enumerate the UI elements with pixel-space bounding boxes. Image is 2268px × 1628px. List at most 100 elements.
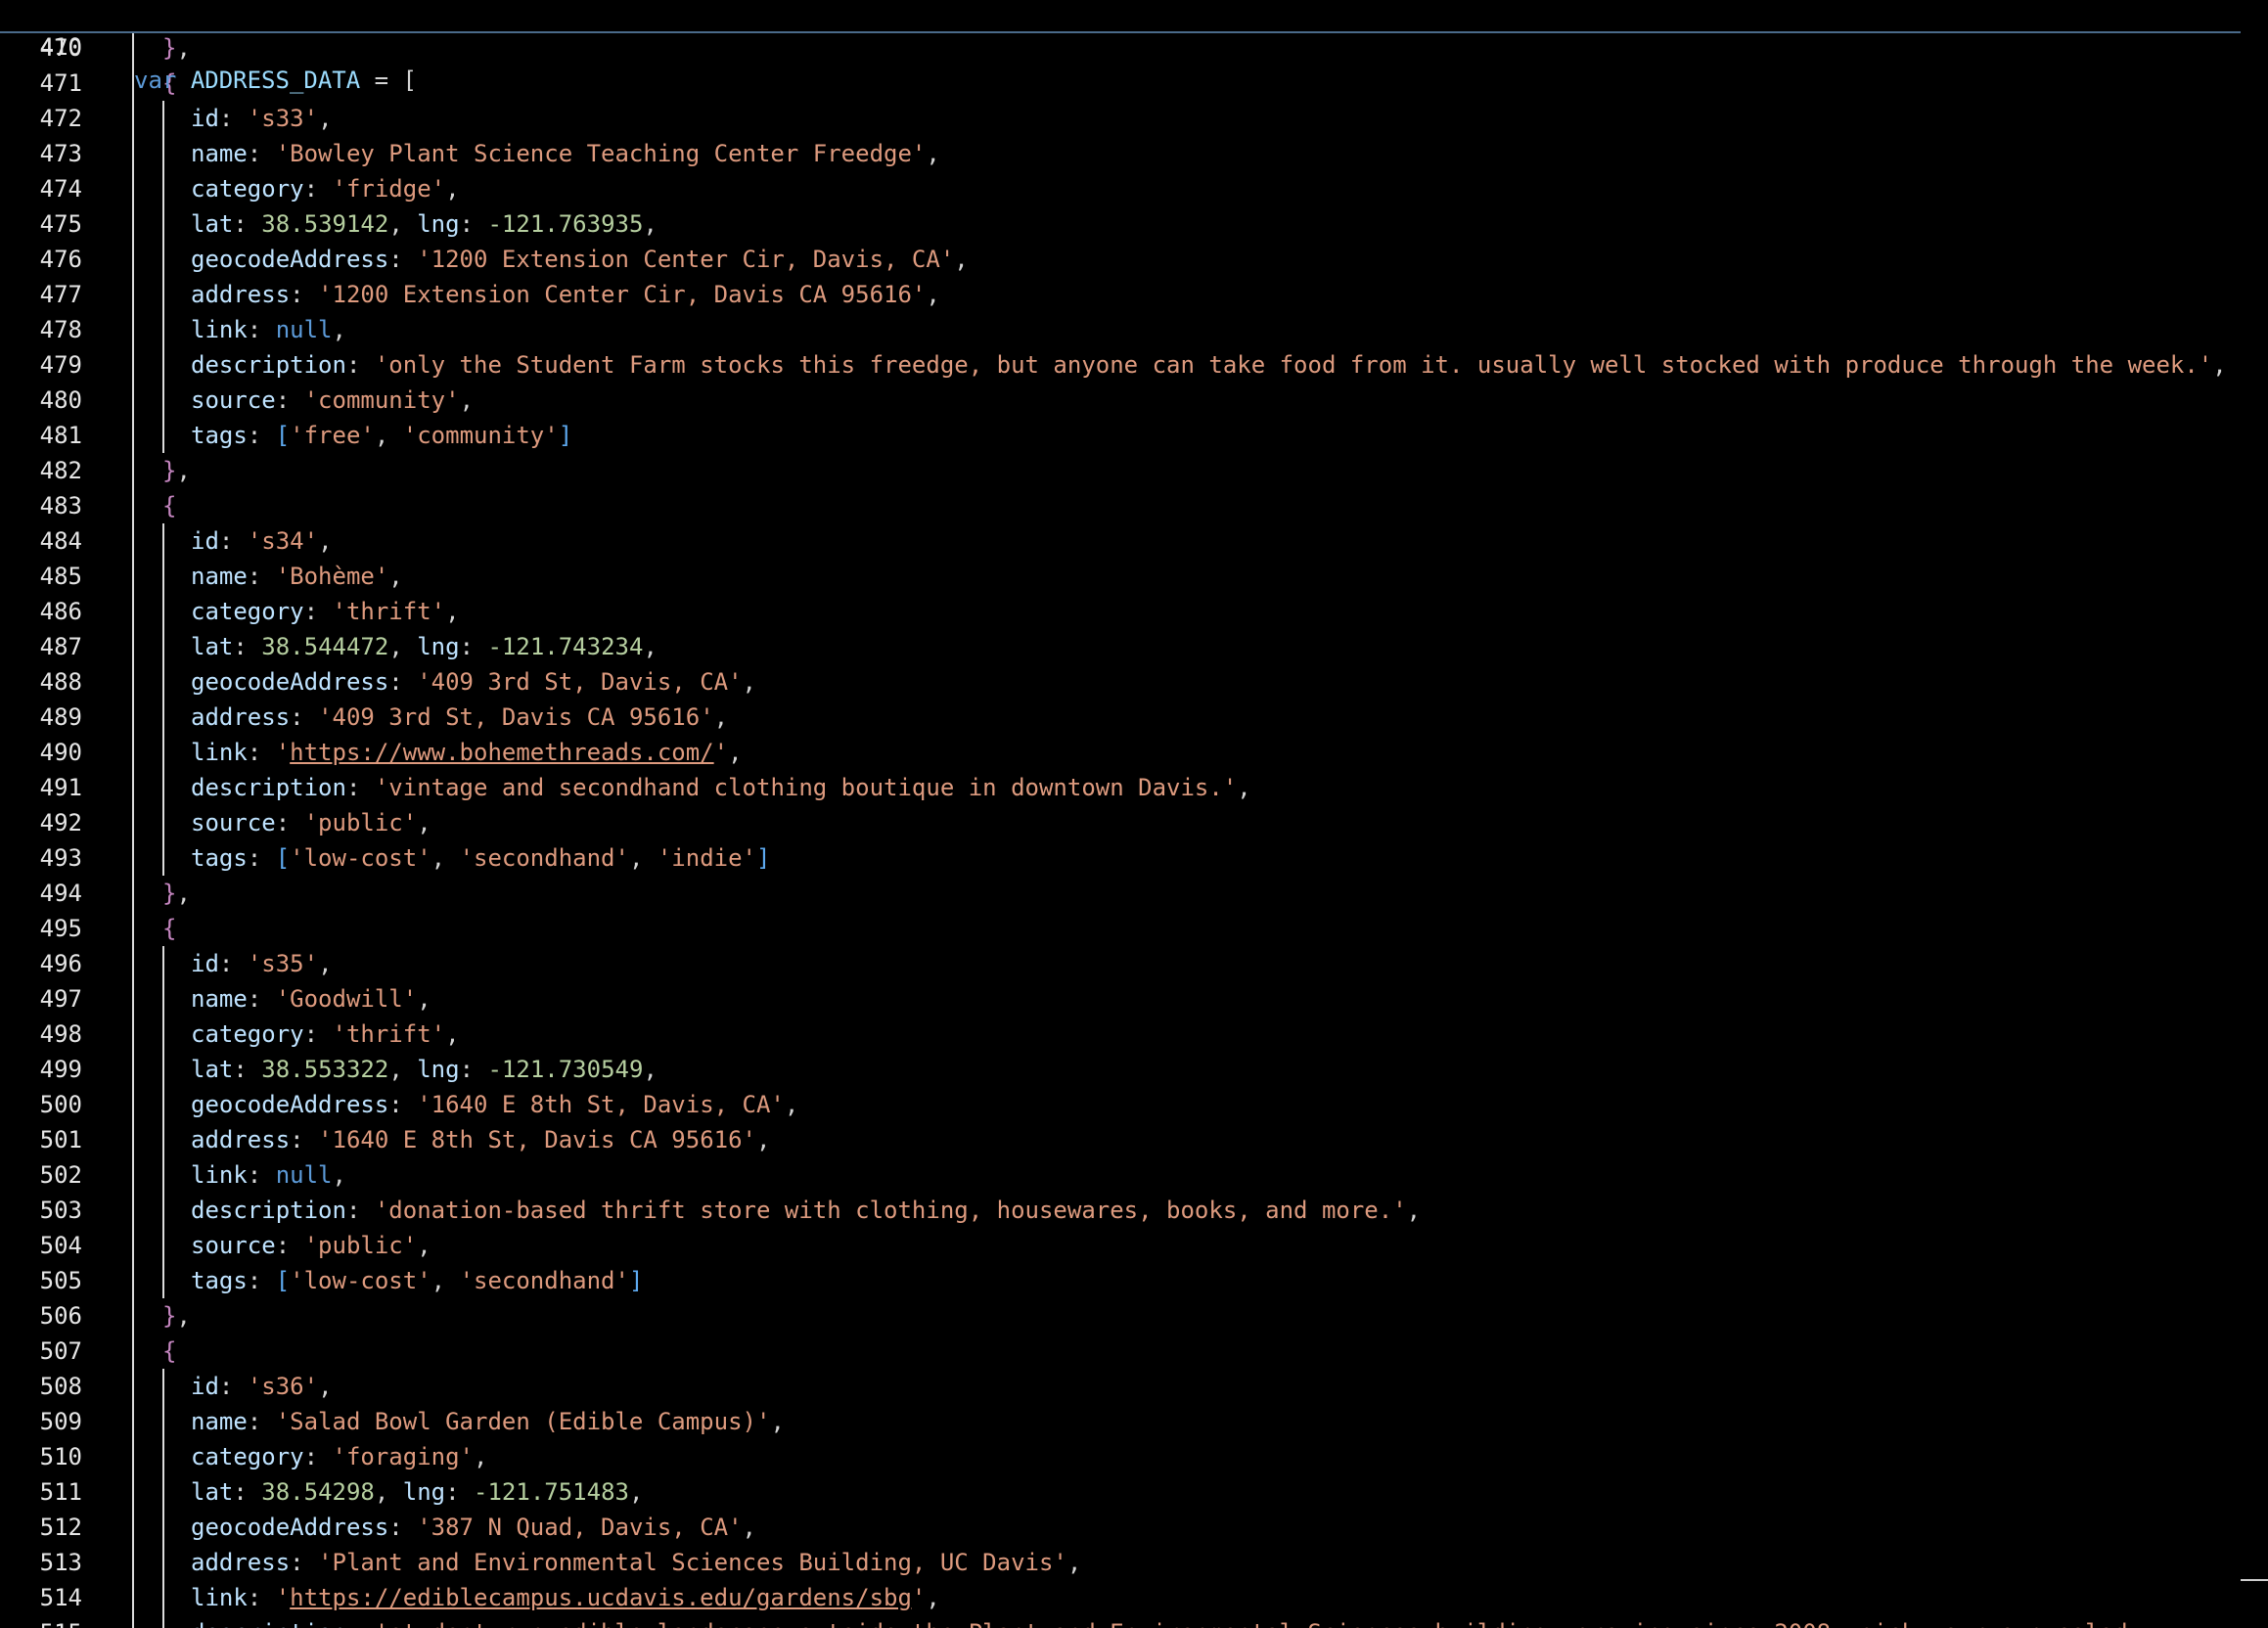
code-line[interactable]: 496 id: 's35', [0, 946, 2241, 981]
code-text: description: 'only the Student Farm stoc… [191, 347, 2227, 383]
code-token: '1640 E 8th St, Davis CA 95616' [318, 1126, 756, 1153]
code-token: 'Plant and Environmental Sciences Buildi… [318, 1549, 1067, 1576]
code-line[interactable]: 475 lat: 38.539142, lng: -121.763935, [0, 206, 2241, 242]
code-line[interactable]: 480 source: 'community', [0, 383, 2241, 418]
sticky-line[interactable]: 410 var ADDRESS_DATA = [ [0, 0, 417, 94]
code-line[interactable]: 477 address: '1200 Extension Center Cir, … [0, 277, 2241, 312]
code-token: , [388, 633, 418, 660]
code-line[interactable]: 478 link: null, [0, 312, 2241, 347]
code-line[interactable]: 472 id: 's33', [0, 101, 2241, 136]
code-line[interactable]: 499 lat: 38.553322, lng: -121.730549, [0, 1052, 2241, 1087]
code-line[interactable]: 498 category: 'thrift', [0, 1017, 2241, 1052]
code-token: , [459, 386, 475, 414]
code-line[interactable]: 504 source: 'public', [0, 1228, 2241, 1263]
code-line[interactable]: 492 source: 'public', [0, 805, 2241, 840]
code-text: description: 'vintage and secondhand clo… [191, 770, 1251, 805]
code-token: id [191, 1373, 219, 1400]
line-number: 505 [39, 1267, 82, 1294]
code-text: category: 'fridge', [191, 171, 460, 206]
code-token: link [191, 739, 248, 766]
indent-guide [132, 1087, 134, 1122]
code-line[interactable]: 488 geocodeAddress: '409 3rd St, Davis, C… [0, 664, 2241, 700]
code-token: : [247, 563, 276, 590]
code-line[interactable]: 512 geocodeAddress: '387 N Quad, Davis, C… [0, 1510, 2241, 1545]
code-token: : [445, 1478, 475, 1506]
code-token: } [162, 457, 177, 484]
code-line[interactable]: 473 name: 'Bowley Plant Science Teaching … [0, 136, 2241, 171]
code-line[interactable]: 474 category: 'fridge', [0, 171, 2241, 206]
code-line[interactable]: 513 address: 'Plant and Environmental Sci… [0, 1545, 2241, 1580]
indent-guide [132, 1510, 134, 1545]
code-token: , [176, 880, 191, 907]
code-line[interactable]: 494}, [0, 876, 2241, 911]
code-line[interactable]: 486 category: 'thrift', [0, 594, 2241, 629]
code-line[interactable]: 487 lat: 38.544472, lng: -121.743234, [0, 629, 2241, 664]
code-line[interactable]: 482}, [0, 453, 2241, 488]
code-token: : [247, 1584, 276, 1611]
indent-guide [162, 1087, 164, 1122]
code-line[interactable]: 506}, [0, 1298, 2241, 1334]
code-line[interactable]: 497 name: 'Goodwill', [0, 981, 2241, 1017]
code-token: , [417, 809, 431, 837]
indent-guide [132, 206, 134, 242]
code-token: 'thrift' [332, 598, 446, 625]
code-line[interactable]: 484 id: 's34', [0, 523, 2241, 559]
code-line[interactable]: 493 tags: ['low-cost', 'secondhand', 'ind… [0, 840, 2241, 876]
sticky-scroll-header[interactable]: 410 var ADDRESS_DATA = [ [0, 0, 2241, 94]
code-token: name [191, 563, 248, 590]
indent-guide [132, 876, 134, 911]
code-line[interactable]: 490 link: 'https://www.bohemethreads.com/… [0, 735, 2241, 770]
line-number: 504 [39, 1232, 82, 1259]
code-line[interactable]: 470}, [0, 30, 2241, 66]
code-token: link [191, 1161, 248, 1189]
code-token: , [784, 1091, 799, 1118]
scrollbar-marker[interactable] [2241, 1579, 2268, 1581]
code-line[interactable]: 495 { [0, 911, 2241, 946]
line-number: 509 [39, 1408, 82, 1435]
line-number: 488 [39, 668, 82, 696]
line-number: 478 [39, 316, 82, 343]
link-token[interactable]: https://ediblecampus.ucdavis.edu/gardens… [290, 1584, 912, 1611]
indent-guide [132, 101, 134, 136]
code-text: tags: ['low-cost', 'secondhand'] [191, 1263, 643, 1298]
code-token: , [417, 1232, 431, 1259]
code-token: category [191, 175, 304, 203]
code-line[interactable]: 481 tags: ['free', 'community'] [0, 418, 2241, 453]
code-token: , [388, 563, 403, 590]
code-line[interactable]: 485 name: 'Bohème', [0, 559, 2241, 594]
code-line[interactable]: 476 geocodeAddress: '1200 Extension Cente… [0, 242, 2241, 277]
code-line[interactable]: 500 geocodeAddress: '1640 E 8th St, Davis… [0, 1087, 2241, 1122]
code-line[interactable]: 510 category: 'foraging', [0, 1439, 2241, 1474]
code-line[interactable]: 479 description: 'only the Student Farm s… [0, 347, 2241, 383]
code-line[interactable]: 503 description: 'donation-based thrift s… [0, 1193, 2241, 1228]
code-token: : [388, 668, 418, 696]
code-line[interactable]: 505 tags: ['low-cost', 'secondhand'] [0, 1263, 2241, 1298]
code-token: lng [417, 1056, 460, 1083]
code-line[interactable]: 514 link: 'https://ediblecampus.ucdavis.e… [0, 1580, 2241, 1615]
code-line[interactable]: 483 { [0, 488, 2241, 523]
indent-guide [132, 136, 134, 171]
code-line[interactable]: 501 address: '1640 E 8th St, Davis CA 956… [0, 1122, 2241, 1157]
code-line[interactable]: 507 { [0, 1334, 2241, 1369]
code-line[interactable]: 502 link: null, [0, 1157, 2241, 1193]
link-token[interactable]: https://www.bohemethreads.com/ [290, 739, 713, 766]
code-line[interactable]: 515 description: 'student-run edible land… [0, 1615, 2241, 1628]
code-token: address [191, 1126, 291, 1153]
line-number: 493 [39, 844, 82, 872]
indent-guide [132, 594, 134, 629]
code-line[interactable]: 489 address: '409 3rd St, Davis CA 95616'… [0, 700, 2241, 735]
code-lines[interactable]: 470}, 471{472 id: 's33', 473 name: 'Bowley P… [0, 30, 2241, 1628]
code-line[interactable]: 491 description: 'vintage and secondhand … [0, 770, 2241, 805]
code-token: } [162, 1302, 177, 1330]
code-token: , [374, 1478, 403, 1506]
code-editor[interactable]: 470}, 471{472 id: 's33', 473 name: 'Bowley P… [0, 0, 2268, 1628]
code-line[interactable]: 509 name: 'Salad Bowl Garden (Edible Camp… [0, 1404, 2241, 1439]
indent-guide [162, 383, 164, 418]
code-token: , [388, 210, 418, 238]
code-line[interactable]: 511 lat: 38.54298, lng: -121.751483, [0, 1474, 2241, 1510]
code-token: geocodeAddress [191, 1514, 389, 1541]
line-number: 475 [39, 210, 82, 238]
code-text: }, [162, 453, 191, 488]
code-line[interactable]: 508 id: 's36', [0, 1369, 2241, 1404]
code-text: category: 'thrift', [191, 594, 460, 629]
